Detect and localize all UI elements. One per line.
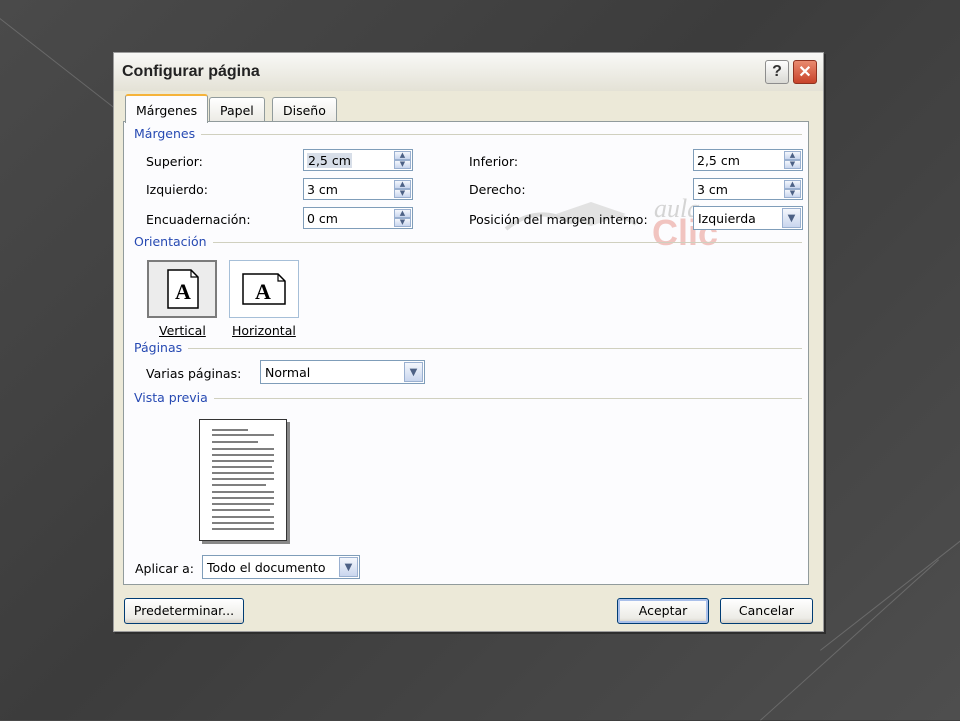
inferior-value[interactable]: 2,5 cm	[697, 153, 740, 168]
orientation-horizontal-button[interactable]: A	[229, 260, 299, 318]
predeterminar-button[interactable]: Predeterminar...	[124, 598, 244, 624]
spin-down-icon[interactable]: ▼	[784, 189, 801, 198]
page-portrait-icon: A	[167, 269, 199, 309]
horizontal-label[interactable]: Horizontal	[232, 323, 296, 338]
orientation-glyph: A	[175, 279, 191, 304]
section-divider	[134, 398, 802, 399]
spin-down-icon[interactable]: ▼	[394, 160, 411, 169]
derecho-spin[interactable]: 3 cm ▲ ▼	[693, 178, 803, 200]
superior-spin[interactable]: 2,5 cm ▲ ▼	[303, 149, 413, 171]
derecho-value[interactable]: 3 cm	[697, 182, 728, 197]
background-diagonal	[0, 18, 127, 118]
posicion-margen-label: Posición del margen interno:	[469, 212, 648, 227]
spin-down-icon[interactable]: ▼	[394, 189, 411, 198]
spin-down-icon[interactable]: ▼	[394, 218, 411, 227]
orientation-glyph: A	[255, 279, 271, 304]
vertical-label[interactable]: Vertical	[159, 323, 206, 338]
dropdown-arrow-icon[interactable]: ▼	[339, 557, 358, 577]
help-icon[interactable]: ?	[765, 60, 789, 84]
inferior-spin[interactable]: 2,5 cm ▲ ▼	[693, 149, 803, 171]
cancelar-button[interactable]: Cancelar	[720, 598, 813, 624]
encuadernacion-value[interactable]: 0 cm	[307, 211, 338, 226]
superior-label: Superior:	[146, 154, 203, 169]
aceptar-button[interactable]: Aceptar	[617, 598, 709, 624]
section-divider	[134, 134, 802, 135]
aplicar-a-label: Aplicar a:	[135, 561, 194, 576]
orientation-vertical-button[interactable]: A	[147, 260, 217, 318]
dialog-title: Configurar página	[122, 63, 260, 80]
inferior-label: Inferior:	[469, 154, 519, 169]
title-bar[interactable]: Configurar página ? ✕	[114, 53, 823, 91]
page-landscape-icon: A	[242, 273, 286, 305]
encuadernacion-spin[interactable]: 0 cm ▲ ▼	[303, 207, 413, 229]
section-margenes: Márgenes	[134, 126, 202, 141]
section-divider	[134, 242, 802, 243]
encuadernacion-label: Encuadernación:	[146, 212, 251, 227]
section-orientacion: Orientación	[134, 234, 213, 249]
section-divider	[134, 348, 802, 349]
aplicar-a-select[interactable]: Todo el documento ▼	[202, 555, 360, 579]
izquierdo-value[interactable]: 3 cm	[307, 182, 338, 197]
spin-down-icon[interactable]: ▼	[784, 160, 801, 169]
tab-panel: aula Clic Márgenes Superior: 2,5 cm ▲ ▼ I…	[123, 121, 809, 585]
dropdown-arrow-icon[interactable]: ▼	[782, 208, 801, 228]
varias-paginas-value: Normal	[265, 365, 311, 380]
varias-paginas-select[interactable]: Normal ▼	[260, 360, 425, 384]
close-icon[interactable]: ✕	[793, 60, 817, 84]
preview-text-lines	[212, 429, 274, 530]
spin-up-icon[interactable]: ▲	[784, 151, 801, 160]
spin-up-icon[interactable]: ▲	[394, 209, 411, 218]
izquierdo-label: Izquierdo:	[146, 182, 208, 197]
tab-diseno[interactable]: Diseño	[272, 97, 337, 121]
varias-paginas-label: Varias páginas:	[146, 366, 242, 381]
page-setup-dialog: Configurar página ? ✕ Márgenes Papel Dis…	[113, 52, 824, 632]
section-paginas: Páginas	[134, 340, 189, 355]
spin-up-icon[interactable]: ▲	[394, 151, 411, 160]
spin-up-icon[interactable]: ▲	[394, 180, 411, 189]
derecho-label: Derecho:	[469, 182, 526, 197]
dropdown-arrow-icon[interactable]: ▼	[404, 362, 423, 382]
posicion-margen-value: Izquierda	[698, 211, 756, 226]
section-vista-previa: Vista previa	[134, 390, 214, 405]
izquierdo-spin[interactable]: 3 cm ▲ ▼	[303, 178, 413, 200]
posicion-margen-select[interactable]: Izquierda ▼	[693, 206, 803, 230]
page-preview	[199, 419, 287, 541]
aplicar-a-value: Todo el documento	[207, 560, 326, 575]
tab-papel[interactable]: Papel	[209, 97, 265, 121]
superior-value[interactable]: 2,5 cm	[307, 153, 352, 168]
tab-margenes[interactable]: Márgenes	[125, 94, 209, 123]
background-diagonal	[820, 539, 960, 651]
spin-up-icon[interactable]: ▲	[784, 180, 801, 189]
